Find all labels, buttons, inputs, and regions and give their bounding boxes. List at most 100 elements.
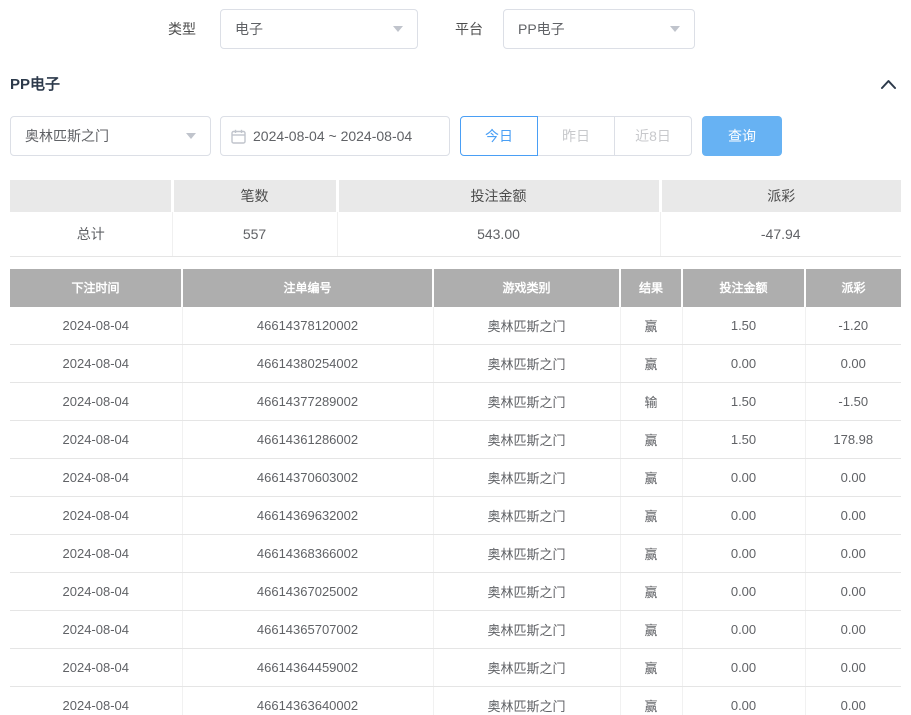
cell-result: 赢 xyxy=(620,649,682,687)
game-select-value: 奥林匹斯之门 xyxy=(25,126,109,146)
section-header: PP电子 xyxy=(10,73,897,94)
cell-game-category: 奥林匹斯之门 xyxy=(433,649,620,687)
header-bet-id: 注单编号 xyxy=(182,269,433,307)
cell-bet-amount: 0.00 xyxy=(682,649,805,687)
cell-result: 赢 xyxy=(620,497,682,535)
cell-bet-id: 46614369632002 xyxy=(182,497,433,535)
search-button[interactable]: 查询 xyxy=(702,116,782,156)
table-body: 2024-08-04 46614378120002 奥林匹斯之门 赢 1.50 … xyxy=(10,307,901,715)
header-bet-time: 下注时间 xyxy=(10,269,182,307)
table-row: 2024-08-04 46614367025002 奥林匹斯之门 赢 0.00 … xyxy=(10,573,901,611)
cell-game-category: 奥林匹斯之门 xyxy=(433,535,620,573)
type-select[interactable]: 电子 xyxy=(220,9,418,49)
cell-bet-amount: 0.00 xyxy=(682,497,805,535)
cell-bet-time: 2024-08-04 xyxy=(10,345,182,383)
section-title: PP电子 xyxy=(10,73,60,94)
summary-total-row: 总计 557 543.00 -47.94 xyxy=(10,212,901,256)
caret-down-icon xyxy=(186,133,196,139)
cell-bet-time: 2024-08-04 xyxy=(10,383,182,421)
caret-down-icon xyxy=(670,26,680,32)
platform-select-value: PP电子 xyxy=(518,19,565,39)
summary-table: 笔数 投注金额 派彩 总计 557 543.00 -47.94 xyxy=(10,180,901,257)
cell-payout: -1.20 xyxy=(805,307,901,345)
cell-bet-time: 2024-08-04 xyxy=(10,611,182,649)
cell-bet-time: 2024-08-04 xyxy=(10,459,182,497)
header-result: 结果 xyxy=(620,269,682,307)
summary-payout-value: -47.94 xyxy=(660,212,901,256)
table-row: 2024-08-04 46614368366002 奥林匹斯之门 赢 0.00 … xyxy=(10,535,901,573)
cell-bet-id: 46614361286002 xyxy=(182,421,433,459)
cell-payout: 0.00 xyxy=(805,573,901,611)
cell-payout: 0.00 xyxy=(805,535,901,573)
collapse-button[interactable] xyxy=(880,78,897,90)
cell-payout: 0.00 xyxy=(805,497,901,535)
cell-bet-time: 2024-08-04 xyxy=(10,687,182,715)
cell-bet-amount: 0.00 xyxy=(682,459,805,497)
cell-bet-id: 46614377289002 xyxy=(182,383,433,421)
top-filter-bar: 类型 电子 平台 PP电子 xyxy=(168,9,911,49)
cell-bet-id: 46614364459002 xyxy=(182,649,433,687)
cell-result: 赢 xyxy=(620,307,682,345)
quick-range-yesterday[interactable]: 昨日 xyxy=(537,116,615,156)
game-select[interactable]: 奥林匹斯之门 xyxy=(10,116,211,156)
header-bet-amount: 投注金额 xyxy=(682,269,805,307)
quick-range-today[interactable]: 今日 xyxy=(460,116,538,156)
cell-result: 赢 xyxy=(620,687,682,715)
cell-bet-id: 46614378120002 xyxy=(182,307,433,345)
cell-bet-id: 46614368366002 xyxy=(182,535,433,573)
cell-bet-amount: 1.50 xyxy=(682,421,805,459)
cell-payout: 0.00 xyxy=(805,687,901,715)
cell-result: 赢 xyxy=(620,459,682,497)
type-label: 类型 xyxy=(168,19,196,39)
cell-result: 赢 xyxy=(620,611,682,649)
summary-header-payout: 派彩 xyxy=(660,180,901,212)
cell-game-category: 奥林匹斯之门 xyxy=(433,459,620,497)
summary-header-bet-amount: 投注金额 xyxy=(337,180,660,212)
cell-result: 赢 xyxy=(620,345,682,383)
quick-range-last8days[interactable]: 近8日 xyxy=(614,116,692,156)
header-payout: 派彩 xyxy=(805,269,901,307)
cell-game-category: 奥林匹斯之门 xyxy=(433,307,620,345)
cell-bet-id: 46614367025002 xyxy=(182,573,433,611)
cell-bet-id: 46614370603002 xyxy=(182,459,433,497)
header-game-category: 游戏类别 xyxy=(433,269,620,307)
table-row: 2024-08-04 46614363640002 奥林匹斯之门 赢 0.00 … xyxy=(10,687,901,715)
cell-bet-amount: 0.00 xyxy=(682,573,805,611)
platform-select[interactable]: PP电子 xyxy=(503,9,695,49)
cell-result: 输 xyxy=(620,383,682,421)
quick-range-group: 今日 昨日 近8日 xyxy=(460,116,692,156)
cell-result: 赢 xyxy=(620,535,682,573)
cell-game-category: 奥林匹斯之门 xyxy=(433,573,620,611)
cell-bet-time: 2024-08-04 xyxy=(10,573,182,611)
type-select-value: 电子 xyxy=(235,19,263,39)
table-row: 2024-08-04 46614380254002 奥林匹斯之门 赢 0.00 … xyxy=(10,345,901,383)
table-row: 2024-08-04 46614377289002 奥林匹斯之门 输 1.50 … xyxy=(10,383,901,421)
chevron-up-icon xyxy=(880,78,897,90)
cell-game-category: 奥林匹斯之门 xyxy=(433,497,620,535)
cell-bet-id: 46614363640002 xyxy=(182,687,433,715)
cell-bet-time: 2024-08-04 xyxy=(10,649,182,687)
cell-bet-time: 2024-08-04 xyxy=(10,307,182,345)
cell-bet-amount: 0.00 xyxy=(682,611,805,649)
cell-payout: 178.98 xyxy=(805,421,901,459)
table-row: 2024-08-04 46614369632002 奥林匹斯之门 赢 0.00 … xyxy=(10,497,901,535)
caret-down-icon xyxy=(393,26,403,32)
table-row: 2024-08-04 46614365707002 奥林匹斯之门 赢 0.00 … xyxy=(10,611,901,649)
cell-bet-amount: 1.50 xyxy=(682,307,805,345)
cell-payout: 0.00 xyxy=(805,345,901,383)
cell-game-category: 奥林匹斯之门 xyxy=(433,421,620,459)
summary-header-empty xyxy=(10,180,172,212)
table-row: 2024-08-04 46614364459002 奥林匹斯之门 赢 0.00 … xyxy=(10,649,901,687)
filter-row: 奥林匹斯之门 2024-08-04 ~ 2024-08-04 今日 昨日 近8日… xyxy=(10,116,901,156)
summary-bet-amount-value: 543.00 xyxy=(337,212,660,256)
cell-bet-time: 2024-08-04 xyxy=(10,535,182,573)
summary-header-row: 笔数 投注金额 派彩 xyxy=(10,180,901,212)
date-range-input[interactable]: 2024-08-04 ~ 2024-08-04 xyxy=(220,116,450,156)
cell-game-category: 奥林匹斯之门 xyxy=(433,687,620,715)
cell-bet-amount: 1.50 xyxy=(682,383,805,421)
table-header-row: 下注时间 注单编号 游戏类别 结果 投注金额 派彩 xyxy=(10,269,901,307)
table-row: 2024-08-04 46614361286002 奥林匹斯之门 赢 1.50 … xyxy=(10,421,901,459)
cell-result: 赢 xyxy=(620,421,682,459)
platform-label: 平台 xyxy=(455,19,483,39)
cell-payout: 0.00 xyxy=(805,649,901,687)
